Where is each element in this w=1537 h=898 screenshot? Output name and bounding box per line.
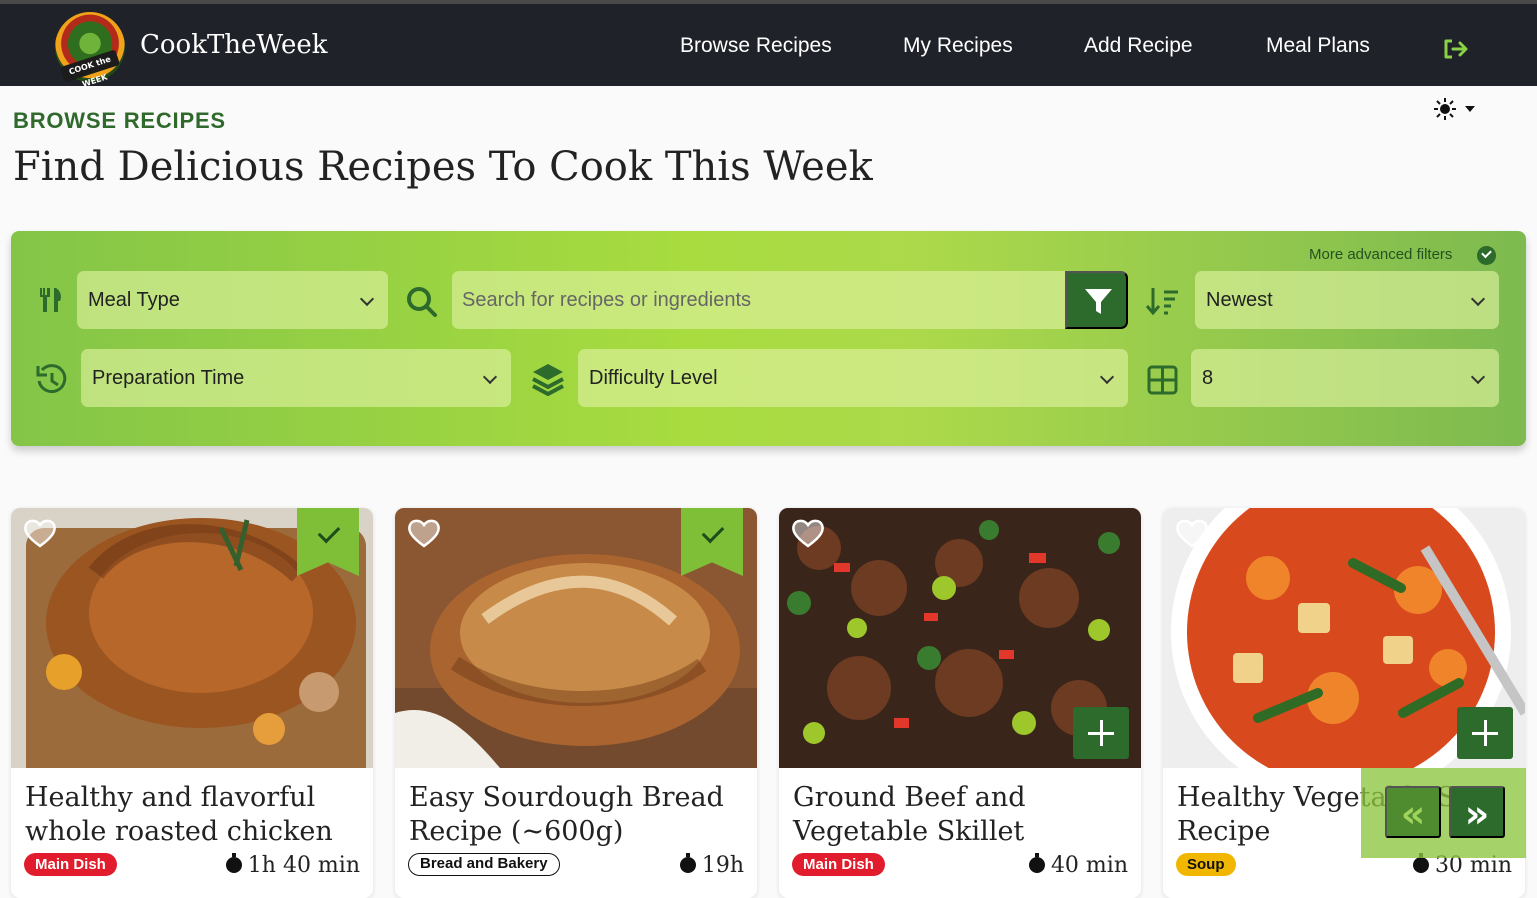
favorite-heart-icon[interactable] [23,518,57,549]
preparation-time-select[interactable]: Preparation Time [81,349,511,407]
preparation-time-value: Preparation Time [92,367,245,389]
add-recipe-plus-button[interactable] [1457,707,1513,759]
recipes-per-page-value: 8 [1202,367,1214,389]
cooktheweek-logo[interactable]: COOK the WEEK [55,12,125,89]
previous-page-button[interactable]: « [1385,786,1441,838]
search-input[interactable] [452,271,1065,329]
meal-type-select[interactable]: Meal Type [77,271,388,329]
stopwatch-icon [225,853,242,873]
layers-icon [532,364,564,396]
more-advanced-filters-link[interactable]: More advanced filters [1309,246,1452,263]
fork-knife-icon [40,288,61,312]
nav-my-recipes[interactable]: My Recipes [903,34,1013,58]
add-recipe-plus-button[interactable] [1073,707,1129,759]
stopwatch-icon [1028,853,1045,873]
next-page-button[interactable]: » [1449,786,1505,838]
chevron-down-icon [1470,369,1486,385]
advanced-filters-check-icon[interactable] [1477,246,1496,265]
recipe-time-value: 40 min [1050,853,1128,878]
apply-filter-button[interactable] [1065,271,1128,329]
recipe-card[interactable]: Ground Beef and Vegetable Skillet Main D… [779,508,1141,898]
filter-funnel-icon [1085,289,1112,314]
recipe-category-badge: Main Dish [24,853,117,876]
favorite-heart-icon[interactable] [407,518,441,549]
sort-value: Newest [1206,289,1273,311]
recipe-card[interactable]: Easy Sourdough Bread Recipe (~600g) Brea… [395,508,757,898]
sort-select[interactable]: Newest [1195,271,1499,329]
page-eyebrow: BROWSE RECIPES [13,108,226,133]
difficulty-level-value: Difficulty Level [589,367,718,389]
nav-browse-recipes[interactable]: Browse Recipes [680,34,832,58]
theme-toggle-sun-icon[interactable] [1433,96,1479,122]
chevron-down-icon [1099,369,1115,385]
recipe-time: 40 min [1028,853,1128,878]
recipe-filter-panel [11,231,1526,446]
brand-name[interactable]: CookTheWeek [140,30,328,60]
recipe-category-badge: Bread and Bakery [408,853,560,876]
grid-icon [1147,365,1178,395]
recipe-title[interactable]: Easy Sourdough Bread Recipe (~600g) [409,781,749,849]
chevron-down-icon [1470,291,1486,307]
logout-icon[interactable] [1442,36,1468,62]
chevron-down-icon [359,291,375,307]
nav-add-recipe[interactable]: Add Recipe [1084,34,1193,58]
sort-icon [1146,288,1178,316]
logo-text: COOK the WEEK [59,49,121,89]
recipe-title[interactable]: Ground Beef and Vegetable Skillet [793,781,1133,849]
pagination-controls: « » [1361,768,1526,858]
recipe-category-badge: Soup [1176,853,1236,876]
history-clock-icon [36,364,67,394]
recipe-category-badge: Main Dish [792,853,885,876]
recipes-per-page-select[interactable]: 8 [1191,349,1499,407]
chevron-down-icon [482,369,498,385]
recipe-time-value: 19h [701,853,744,878]
nav-meal-plans[interactable]: Meal Plans [1266,34,1370,58]
stopwatch-icon [1412,853,1429,873]
difficulty-level-select[interactable]: Difficulty Level [578,349,1128,407]
favorite-heart-icon[interactable] [1175,518,1209,549]
search-icon [407,287,437,317]
recipe-time: 19h [679,853,744,878]
recipe-title[interactable]: Healthy and flavorful whole roasted chic… [25,781,365,849]
stopwatch-icon [679,853,696,873]
favorite-heart-icon[interactable] [791,518,825,549]
page-title: Find Delicious Recipes To Cook This Week [13,144,873,190]
recipe-time-value: 1h 40 min [247,853,360,878]
meal-type-value: Meal Type [88,289,180,311]
recipe-search-field[interactable] [452,271,1128,329]
recipe-time: 1h 40 min [225,853,360,878]
top-navigation: COOK the WEEK CookTheWeek Browse Recipes… [0,0,1537,89]
recipe-card[interactable]: Healthy and flavorful whole roasted chic… [11,508,373,898]
